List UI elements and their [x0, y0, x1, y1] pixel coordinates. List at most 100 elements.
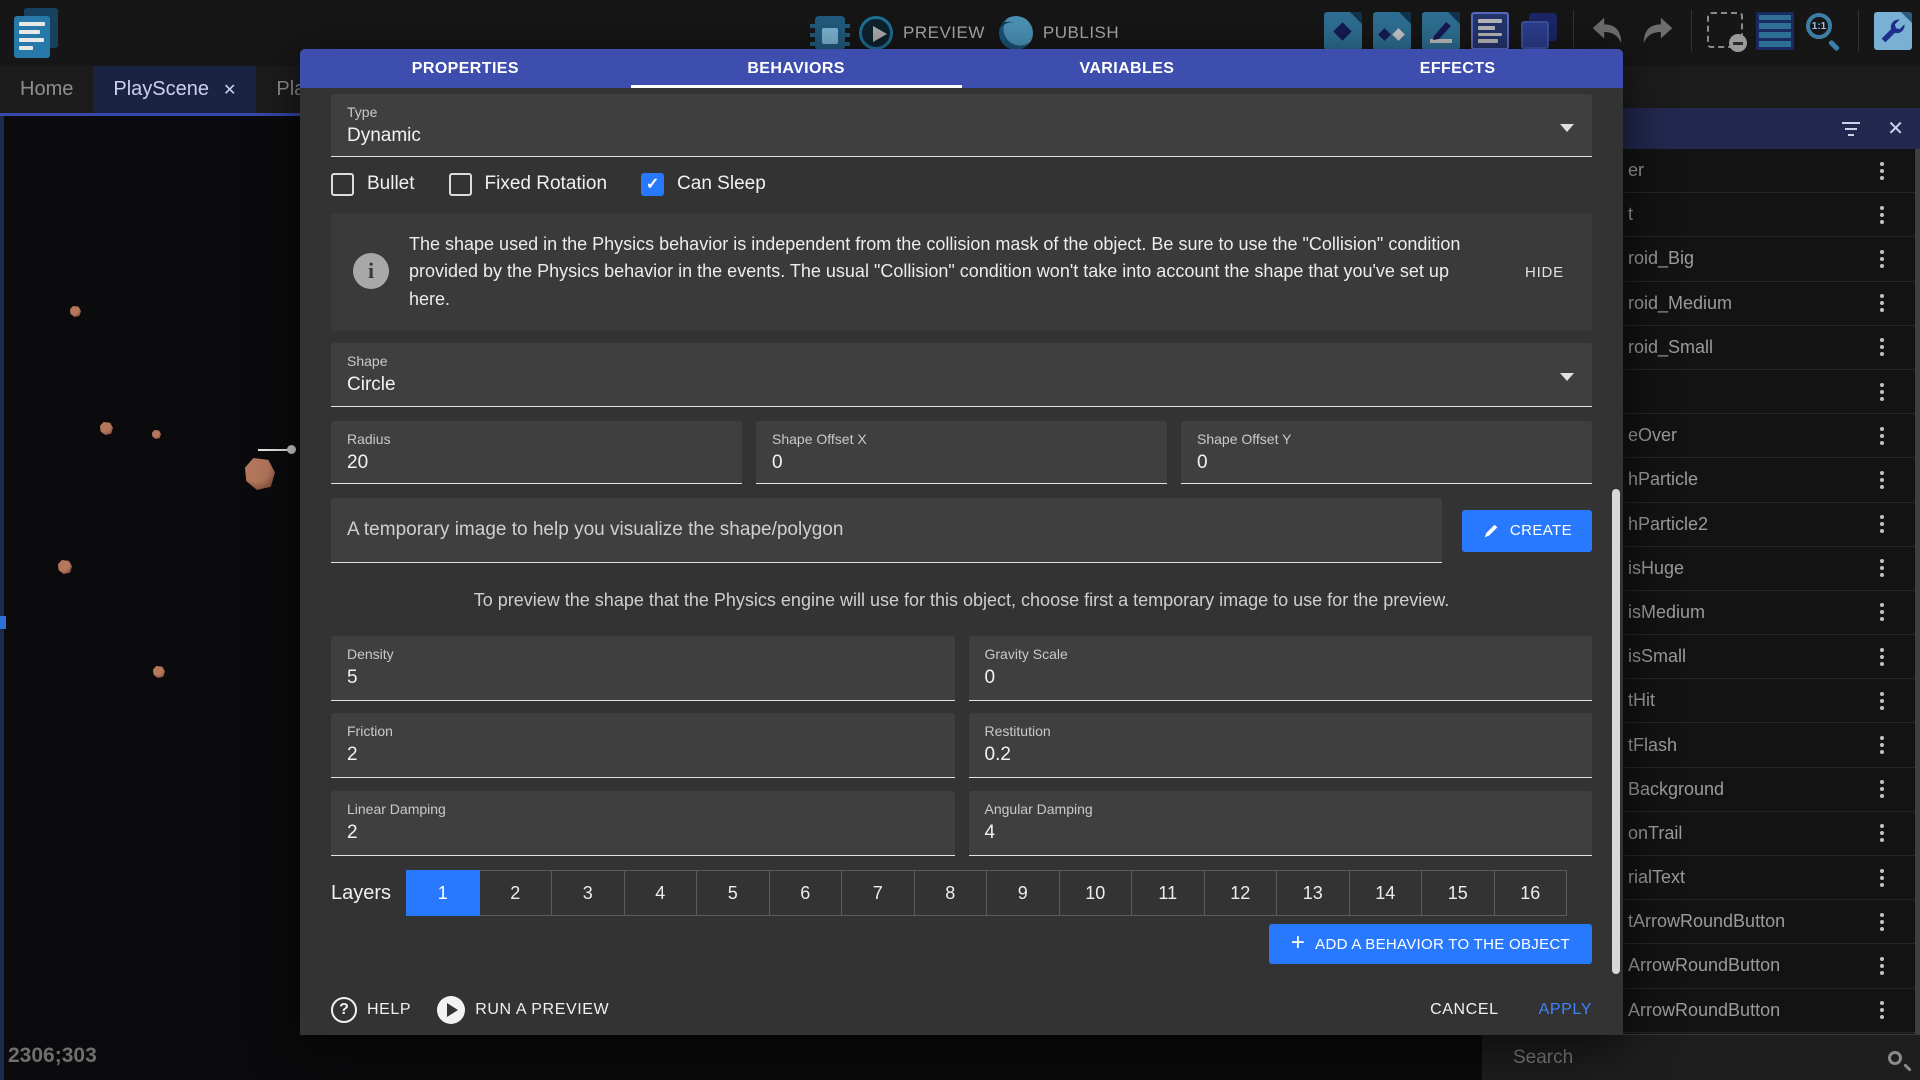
- dialog-tab[interactable]: BEHAVIORS: [631, 49, 962, 88]
- layer-cell[interactable]: 14: [1349, 870, 1423, 916]
- friction-field[interactable]: Friction 2: [331, 713, 955, 778]
- layer-cell[interactable]: 12: [1204, 870, 1278, 916]
- layer-cell[interactable]: 1: [406, 870, 480, 916]
- kebab-menu-icon[interactable]: [1880, 787, 1884, 791]
- layer-cell[interactable]: 9: [986, 870, 1060, 916]
- kebab-menu-icon[interactable]: [1880, 743, 1884, 747]
- project-manager-icon[interactable]: [14, 8, 60, 58]
- kebab-menu-icon[interactable]: [1880, 831, 1884, 835]
- cancel-button[interactable]: CANCEL: [1430, 1001, 1499, 1019]
- hide-button[interactable]: HIDE: [1519, 256, 1570, 289]
- kebab-menu-icon[interactable]: [1880, 522, 1884, 526]
- info-text: The shape used in the Physics behavior i…: [409, 231, 1484, 313]
- checkbox[interactable]: Fixed Rotation: [449, 173, 608, 196]
- asteroid-sprite[interactable]: [58, 560, 72, 574]
- zoom-1-1-icon[interactable]: 1:1: [1805, 12, 1843, 50]
- asteroid-sprite[interactable]: [245, 458, 275, 490]
- layer-cell[interactable]: 2: [479, 870, 553, 916]
- layer-cell[interactable]: 7: [841, 870, 915, 916]
- kebab-menu-icon[interactable]: [1880, 478, 1884, 482]
- type-select[interactable]: Type Dynamic: [331, 94, 1592, 157]
- search-input[interactable]: [1513, 1047, 1878, 1069]
- panel-scrollbar[interactable]: [1915, 149, 1920, 1034]
- edit-scene-icon[interactable]: [1422, 12, 1460, 50]
- undo-icon[interactable]: [1589, 12, 1627, 50]
- close-panel-icon[interactable]: ✕: [1887, 119, 1904, 139]
- dialog-scrollbar[interactable]: [1612, 489, 1620, 974]
- chevron-down-icon[interactable]: [1560, 373, 1574, 381]
- linear-damping-field[interactable]: Linear Damping 2: [331, 791, 955, 856]
- kebab-menu-icon[interactable]: [1880, 301, 1884, 305]
- gravity-scale-field[interactable]: Gravity Scale 0: [969, 636, 1593, 701]
- kebab-menu-icon[interactable]: [1880, 434, 1884, 438]
- kebab-menu-icon[interactable]: [1880, 257, 1884, 261]
- objects-editor-icon[interactable]: [1324, 12, 1362, 50]
- temp-image-field[interactable]: A temporary image to help you visualize …: [331, 498, 1442, 563]
- create-button[interactable]: CREATE: [1462, 510, 1592, 552]
- layer-cell[interactable]: 16: [1494, 870, 1568, 916]
- apply-button[interactable]: APPLY: [1539, 1001, 1592, 1019]
- layer-cell[interactable]: 5: [696, 870, 770, 916]
- layer-cell[interactable]: 4: [624, 870, 698, 916]
- mask-toggle-icon[interactable]: [1707, 12, 1745, 50]
- asteroid-sprite[interactable]: [153, 666, 165, 678]
- guide-dot[interactable]: [287, 445, 296, 454]
- shape-select[interactable]: Shape Circle: [331, 343, 1592, 407]
- kebab-menu-icon[interactable]: [1880, 213, 1884, 217]
- kebab-menu-icon[interactable]: [1880, 345, 1884, 349]
- checkbox-box[interactable]: [331, 173, 354, 196]
- layer-cell[interactable]: 8: [914, 870, 988, 916]
- checkbox[interactable]: Bullet: [331, 173, 415, 196]
- layer-cell[interactable]: 6: [769, 870, 843, 916]
- shape-offset-x-field[interactable]: Shape Offset X 0: [756, 421, 1167, 484]
- publish-label: PUBLISH: [1043, 23, 1119, 43]
- info-icon: i: [353, 253, 389, 289]
- asteroid-sprite[interactable]: [100, 422, 113, 435]
- asteroid-sprite[interactable]: [70, 306, 81, 317]
- layer-cell[interactable]: 13: [1276, 870, 1350, 916]
- layer-cell[interactable]: 15: [1421, 870, 1495, 916]
- tab-close-icon[interactable]: ✕: [223, 80, 236, 100]
- object-groups-icon[interactable]: [1373, 12, 1411, 50]
- editor-tab[interactable]: PlayScene ✕: [93, 66, 256, 113]
- dialog-tab[interactable]: EFFECTS: [1292, 49, 1623, 88]
- filter-icon[interactable]: [1841, 122, 1861, 136]
- settings-wrench-icon[interactable]: [1874, 12, 1912, 50]
- layers-editor-icon[interactable]: [1520, 12, 1558, 50]
- editor-tab[interactable]: Home: [0, 66, 93, 113]
- kebab-menu-icon[interactable]: [1880, 169, 1884, 173]
- debugger-icon[interactable]: [815, 16, 845, 50]
- kebab-menu-icon[interactable]: [1880, 1008, 1884, 1012]
- layer-cell[interactable]: 3: [551, 870, 625, 916]
- redo-icon[interactable]: [1638, 12, 1676, 50]
- dialog-tab[interactable]: PROPERTIES: [300, 49, 631, 88]
- grid-toggle-icon[interactable]: [1756, 12, 1794, 50]
- density-field[interactable]: Density 5: [331, 636, 955, 701]
- add-behavior-button[interactable]: + ADD A BEHAVIOR TO THE OBJECT: [1269, 924, 1592, 964]
- kebab-menu-icon[interactable]: [1880, 566, 1884, 570]
- kebab-menu-icon[interactable]: [1880, 610, 1884, 614]
- restitution-field[interactable]: Restitution 0.2: [969, 713, 1593, 778]
- kebab-menu-icon[interactable]: [1880, 964, 1884, 968]
- kebab-menu-icon[interactable]: [1880, 699, 1884, 703]
- checkbox-box[interactable]: [449, 173, 472, 196]
- radius-field[interactable]: Radius 20: [331, 421, 742, 484]
- kebab-menu-icon[interactable]: [1880, 920, 1884, 924]
- run-preview-button[interactable]: RUN A PREVIEW: [437, 996, 609, 1024]
- dialog-tab[interactable]: VARIABLES: [962, 49, 1293, 88]
- asteroid-sprite[interactable]: [152, 430, 161, 439]
- help-button[interactable]: ? HELP: [331, 997, 411, 1023]
- layer-cell[interactable]: 11: [1131, 870, 1205, 916]
- layer-cell[interactable]: 10: [1059, 870, 1133, 916]
- angular-damping-field[interactable]: Angular Damping 4: [969, 791, 1593, 856]
- kebab-menu-icon[interactable]: [1880, 876, 1884, 880]
- preview-button[interactable]: PREVIEW: [859, 16, 985, 50]
- checkbox-box[interactable]: [641, 173, 664, 196]
- chevron-down-icon[interactable]: [1560, 124, 1574, 132]
- publish-button[interactable]: PUBLISH: [999, 16, 1119, 50]
- kebab-menu-icon[interactable]: [1880, 390, 1884, 394]
- checkbox[interactable]: Can Sleep: [641, 173, 766, 196]
- events-editor-icon[interactable]: [1471, 12, 1509, 50]
- shape-offset-y-field[interactable]: Shape Offset Y 0: [1181, 421, 1592, 484]
- kebab-menu-icon[interactable]: [1880, 655, 1884, 659]
